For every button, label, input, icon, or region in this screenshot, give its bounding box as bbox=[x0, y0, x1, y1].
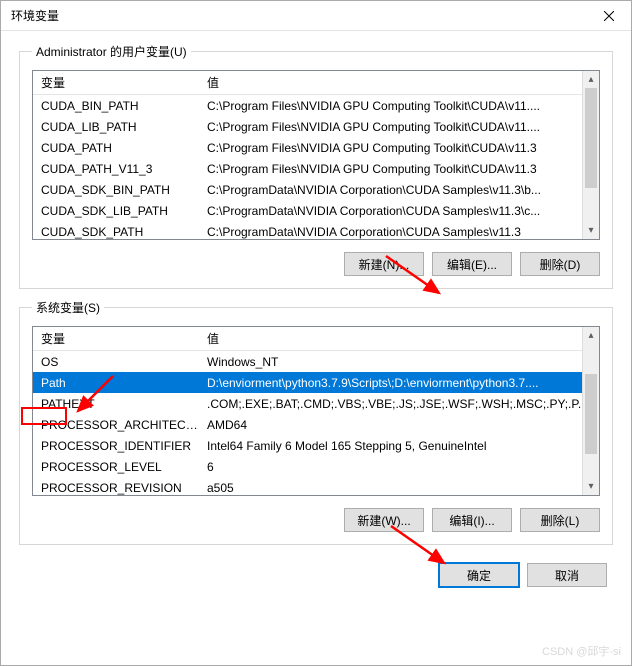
table-header: 变量 值 bbox=[33, 71, 599, 95]
sys-buttons: 新建(W)... 编辑(I)... 删除(L) bbox=[32, 508, 600, 532]
cell-variable: CUDA_PATH bbox=[33, 141, 201, 155]
cell-variable: CUDA_LIB_PATH bbox=[33, 120, 201, 134]
scroll-thumb[interactable] bbox=[585, 374, 597, 454]
scroll-up-icon[interactable]: ▴ bbox=[583, 71, 599, 88]
user-new-button[interactable]: 新建(N)... bbox=[344, 252, 424, 276]
cell-value: C:\Program Files\NVIDIA GPU Computing To… bbox=[201, 99, 599, 113]
cell-variable: CUDA_SDK_LIB_PATH bbox=[33, 204, 201, 218]
sys-new-button[interactable]: 新建(W)... bbox=[344, 508, 424, 532]
header-value[interactable]: 值 bbox=[201, 74, 599, 91]
cell-variable: PATHEXT bbox=[33, 397, 201, 411]
cell-value: AMD64 bbox=[201, 418, 599, 432]
header-value[interactable]: 值 bbox=[201, 330, 599, 347]
cell-value: C:\ProgramData\NVIDIA Corporation\CUDA S… bbox=[201, 225, 599, 239]
user-delete-button[interactable]: 删除(D) bbox=[520, 252, 600, 276]
scroll-down-icon[interactable]: ▾ bbox=[583, 478, 599, 495]
scroll-thumb[interactable] bbox=[585, 88, 597, 188]
table-row[interactable]: PROCESSOR_ARCHITECT...AMD64 bbox=[33, 414, 599, 435]
cell-value: C:\ProgramData\NVIDIA Corporation\CUDA S… bbox=[201, 204, 599, 218]
table-row[interactable]: CUDA_SDK_PATHC:\ProgramData\NVIDIA Corpo… bbox=[33, 221, 599, 239]
scroll-down-icon[interactable]: ▾ bbox=[583, 222, 599, 239]
cell-variable: OS bbox=[33, 355, 201, 369]
table-row[interactable]: CUDA_SDK_LIB_PATHC:\ProgramData\NVIDIA C… bbox=[33, 200, 599, 221]
cell-variable: CUDA_BIN_PATH bbox=[33, 99, 201, 113]
window-title: 环境变量 bbox=[11, 7, 59, 24]
ok-button[interactable]: 确定 bbox=[439, 563, 519, 587]
dialog-body: Administrator 的用户变量(U) 变量 值 CUDA_BIN_PAT… bbox=[1, 31, 631, 665]
table-row[interactable]: CUDA_SDK_BIN_PATHC:\ProgramData\NVIDIA C… bbox=[33, 179, 599, 200]
system-variables-legend: 系统变量(S) bbox=[32, 299, 104, 316]
scroll-up-icon[interactable]: ▴ bbox=[583, 327, 599, 344]
cell-value: a505 bbox=[201, 481, 599, 495]
env-variables-dialog: 环境变量 Administrator 的用户变量(U) 变量 值 CUDA_BI… bbox=[0, 0, 632, 666]
table-row[interactable]: CUDA_LIB_PATHC:\Program Files\NVIDIA GPU… bbox=[33, 116, 599, 137]
sys-rows: OSWindows_NTPathD:\enviorment\python3.7.… bbox=[33, 351, 599, 495]
header-variable[interactable]: 变量 bbox=[33, 74, 201, 91]
cancel-button[interactable]: 取消 bbox=[527, 563, 607, 587]
user-variables-group: Administrator 的用户变量(U) 变量 值 CUDA_BIN_PAT… bbox=[19, 43, 613, 289]
cell-variable: CUDA_SDK_BIN_PATH bbox=[33, 183, 201, 197]
cell-value: C:\Program Files\NVIDIA GPU Computing To… bbox=[201, 120, 599, 134]
cell-value: D:\enviorment\python3.7.9\Scripts\;D:\en… bbox=[201, 376, 599, 390]
close-button[interactable] bbox=[587, 1, 631, 31]
table-row[interactable]: PROCESSOR_IDENTIFIERIntel64 Family 6 Mod… bbox=[33, 435, 599, 456]
table-row[interactable]: PathD:\enviorment\python3.7.9\Scripts\;D… bbox=[33, 372, 599, 393]
cell-value: C:\ProgramData\NVIDIA Corporation\CUDA S… bbox=[201, 183, 599, 197]
sys-delete-button[interactable]: 删除(L) bbox=[520, 508, 600, 532]
table-header: 变量 值 bbox=[33, 327, 599, 351]
cell-variable: PROCESSOR_IDENTIFIER bbox=[33, 439, 201, 453]
cell-value: Intel64 Family 6 Model 165 Stepping 5, G… bbox=[201, 439, 599, 453]
table-row[interactable]: PROCESSOR_LEVEL6 bbox=[33, 456, 599, 477]
sys-edit-button[interactable]: 编辑(I)... bbox=[432, 508, 512, 532]
table-row[interactable]: PATHEXT.COM;.EXE;.BAT;.CMD;.VBS;.VBE;.JS… bbox=[33, 393, 599, 414]
user-variables-legend: Administrator 的用户变量(U) bbox=[32, 43, 191, 60]
cell-variable: CUDA_SDK_PATH bbox=[33, 225, 201, 239]
system-variables-table[interactable]: 变量 值 OSWindows_NTPathD:\enviorment\pytho… bbox=[32, 326, 600, 496]
cell-variable: PROCESSOR_REVISION bbox=[33, 481, 201, 495]
table-row[interactable]: PROCESSOR_REVISIONa505 bbox=[33, 477, 599, 495]
titlebar: 环境变量 bbox=[1, 1, 631, 31]
user-variables-table[interactable]: 变量 值 CUDA_BIN_PATHC:\Program Files\NVIDI… bbox=[32, 70, 600, 240]
user-rows: CUDA_BIN_PATHC:\Program Files\NVIDIA GPU… bbox=[33, 95, 599, 239]
system-variables-group: 系统变量(S) 变量 值 OSWindows_NTPathD:\enviorme… bbox=[19, 299, 613, 545]
cell-value: .COM;.EXE;.BAT;.CMD;.VBS;.VBE;.JS;.JSE;.… bbox=[201, 397, 599, 411]
cell-variable: PROCESSOR_ARCHITECT... bbox=[33, 418, 201, 432]
user-buttons: 新建(N)... 编辑(E)... 删除(D) bbox=[32, 252, 600, 276]
cell-value: Windows_NT bbox=[201, 355, 599, 369]
table-row[interactable]: CUDA_PATH_V11_3C:\Program Files\NVIDIA G… bbox=[33, 158, 599, 179]
cell-variable: Path bbox=[33, 376, 201, 390]
scrollbar[interactable]: ▴ ▾ bbox=[582, 71, 599, 239]
cell-value: C:\Program Files\NVIDIA GPU Computing To… bbox=[201, 141, 599, 155]
footer-buttons: 确定 取消 bbox=[19, 563, 613, 587]
cell-value: C:\Program Files\NVIDIA GPU Computing To… bbox=[201, 162, 599, 176]
close-icon bbox=[604, 11, 614, 21]
watermark: CSDN @邱宇-si bbox=[542, 643, 621, 659]
table-row[interactable]: CUDA_PATHC:\Program Files\NVIDIA GPU Com… bbox=[33, 137, 599, 158]
header-variable[interactable]: 变量 bbox=[33, 330, 201, 347]
scrollbar[interactable]: ▴ ▾ bbox=[582, 327, 599, 495]
table-row[interactable]: OSWindows_NT bbox=[33, 351, 599, 372]
cell-variable: CUDA_PATH_V11_3 bbox=[33, 162, 201, 176]
cell-value: 6 bbox=[201, 460, 599, 474]
user-edit-button[interactable]: 编辑(E)... bbox=[432, 252, 512, 276]
cell-variable: PROCESSOR_LEVEL bbox=[33, 460, 201, 474]
table-row[interactable]: CUDA_BIN_PATHC:\Program Files\NVIDIA GPU… bbox=[33, 95, 599, 116]
